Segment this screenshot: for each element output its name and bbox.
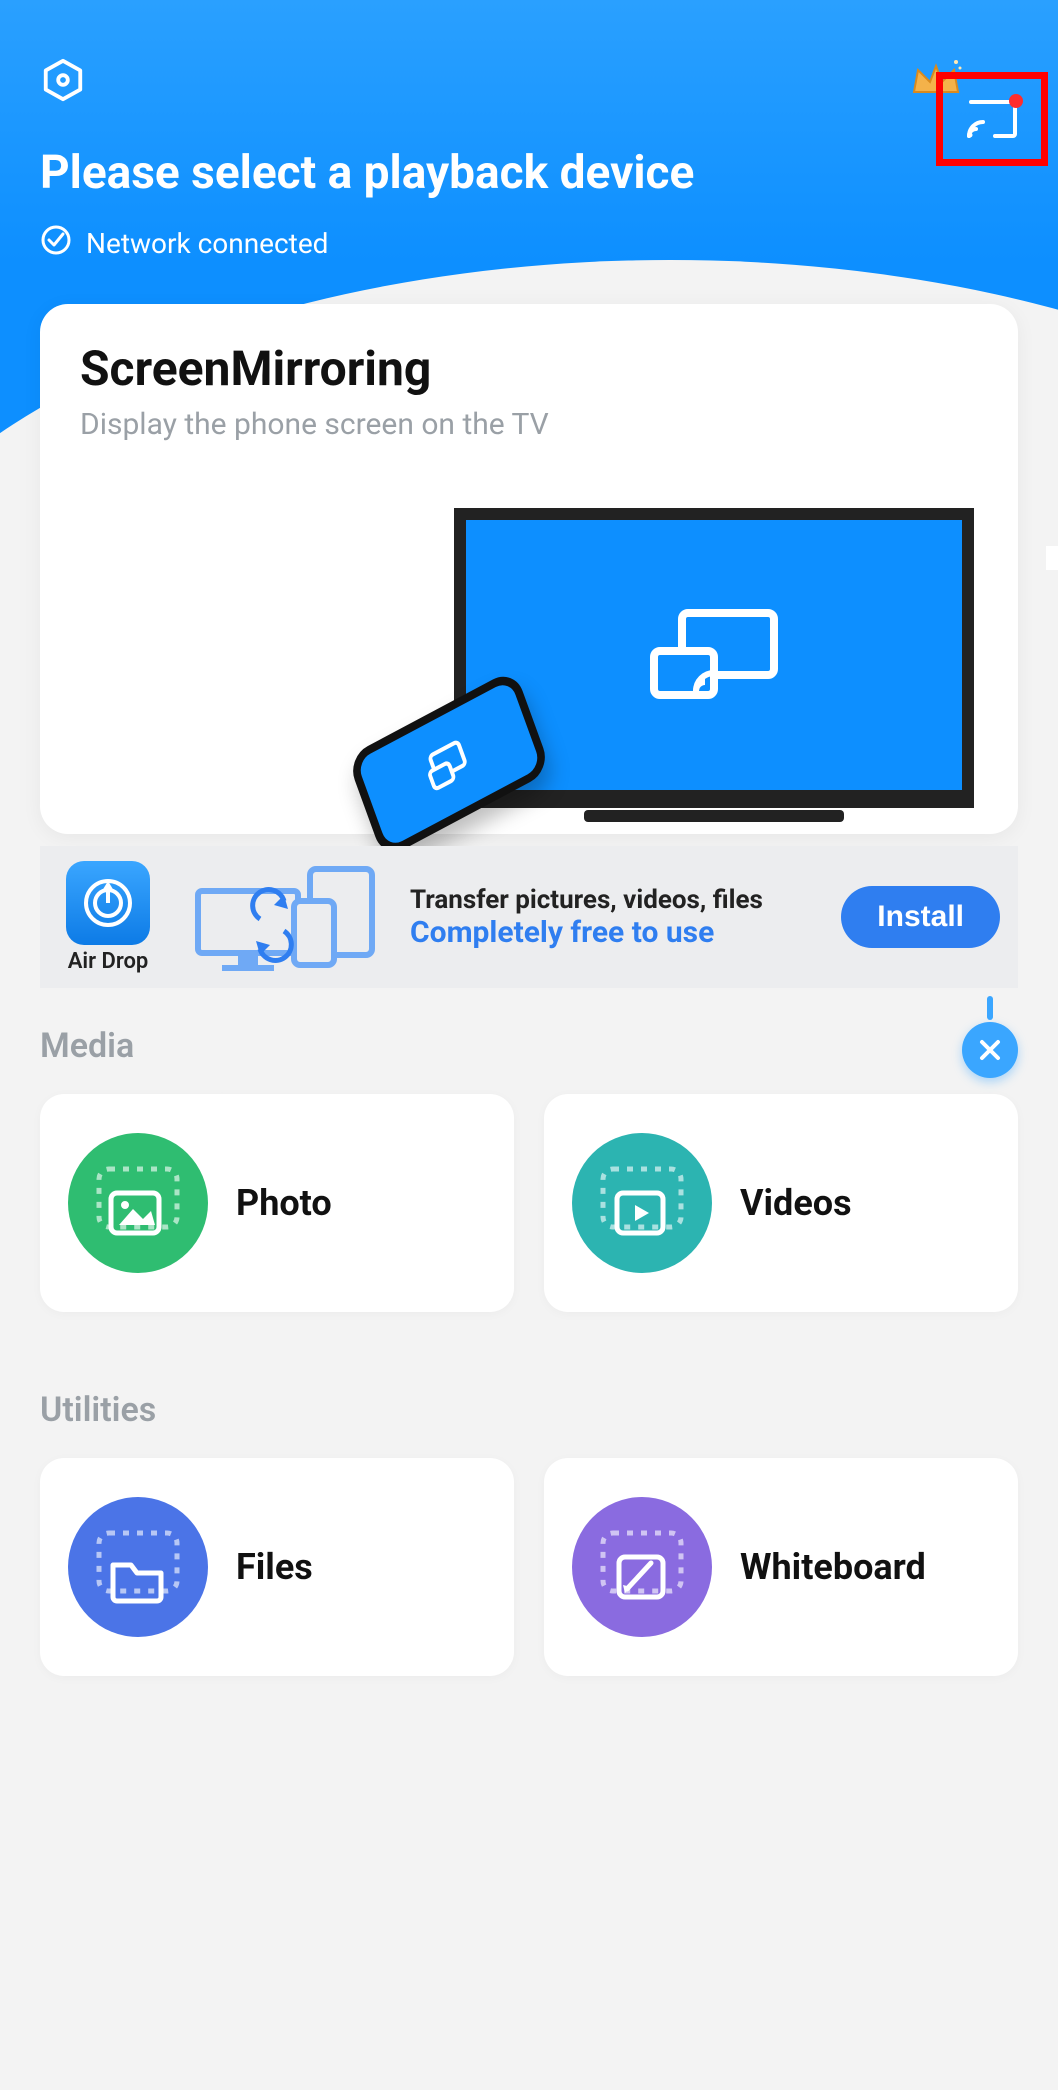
whiteboard-icon <box>572 1497 712 1637</box>
settings-icon[interactable] <box>40 57 86 103</box>
screen-mirroring-card[interactable]: ScreenMirroring Display the phone screen… <box>40 304 1018 834</box>
airdrop-icon <box>66 861 150 945</box>
airdrop-app-name: Air Drop <box>68 949 149 974</box>
cast-icon <box>967 100 1017 138</box>
ad-subline: Completely free to use <box>410 915 823 950</box>
airdrop-ad-banner[interactable]: Air Drop Transfer pictures, videos, file… <box>40 846 1018 988</box>
screen-mirroring-subtitle: Display the phone screen on the TV <box>80 407 978 442</box>
photo-tile[interactable]: Photo <box>40 1094 514 1312</box>
utilities-section-title: Utilities <box>40 1390 156 1430</box>
whiteboard-tile[interactable]: Whiteboard <box>544 1458 1018 1676</box>
network-status-row: Network connected <box>40 224 328 263</box>
notification-dot-icon <box>1009 94 1023 108</box>
page-title: Please select a playback device <box>40 146 694 200</box>
videos-icon <box>572 1133 712 1273</box>
videos-label: Videos <box>740 1182 852 1224</box>
photo-icon <box>68 1133 208 1273</box>
utilities-grid: Files Whiteboard <box>40 1458 1018 1676</box>
media-section-title: Media <box>40 1026 134 1066</box>
media-grid: Photo Videos <box>40 1094 1018 1312</box>
ad-text: Transfer pictures, videos, files Complet… <box>410 885 823 950</box>
check-circle-icon <box>40 224 72 263</box>
close-icon <box>977 1037 1003 1063</box>
top-bar <box>0 48 1058 112</box>
airdrop-app-icon-col: Air Drop <box>58 861 158 974</box>
files-label: Files <box>236 1546 313 1588</box>
files-icon <box>68 1497 208 1637</box>
photo-label: Photo <box>236 1182 332 1224</box>
scroll-indicator <box>1046 546 1058 570</box>
network-status-text: Network connected <box>86 227 328 260</box>
videos-tile[interactable]: Videos <box>544 1094 1018 1312</box>
install-button[interactable]: Install <box>841 886 1000 948</box>
whiteboard-label: Whiteboard <box>740 1546 926 1588</box>
screen-mirroring-title: ScreenMirroring <box>80 340 978 397</box>
close-ad-button[interactable] <box>962 1022 1018 1078</box>
tv-illustration <box>454 508 974 808</box>
devices-transfer-icon <box>184 855 384 979</box>
cast-button-highlight[interactable] <box>936 72 1048 166</box>
ad-headline: Transfer pictures, videos, files <box>410 885 823 915</box>
files-tile[interactable]: Files <box>40 1458 514 1676</box>
